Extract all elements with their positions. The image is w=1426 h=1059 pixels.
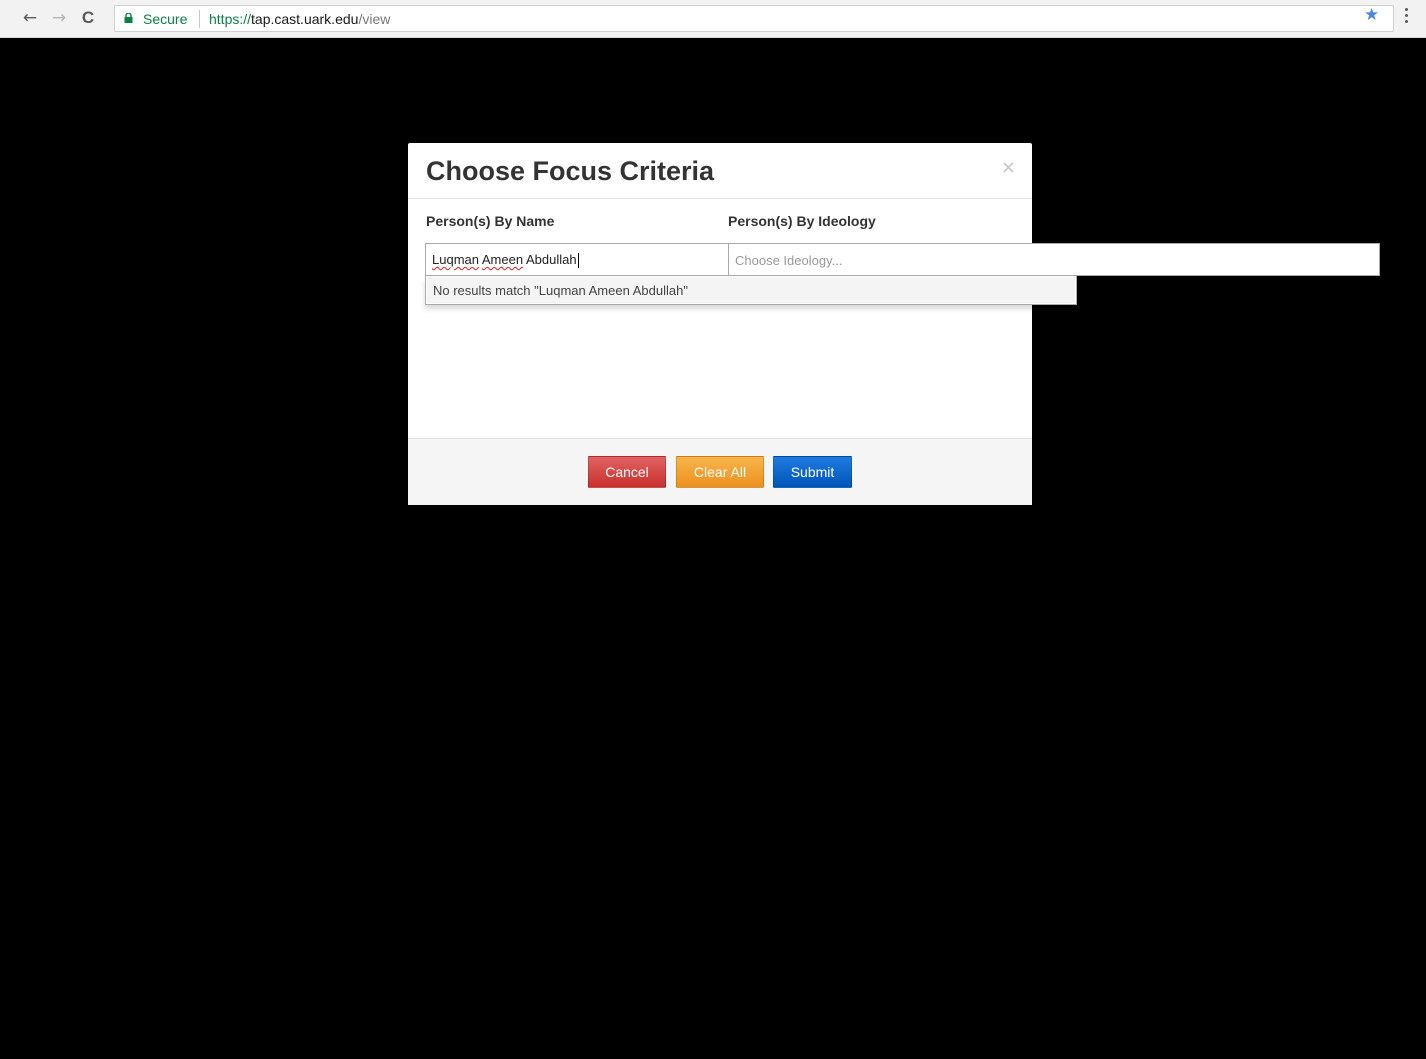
header-divider — [408, 198, 1032, 199]
close-icon[interactable]: × — [1001, 157, 1016, 178]
cancel-button[interactable]: Cancel — [588, 456, 666, 488]
text-caret — [577, 253, 579, 269]
browser-menu-icon[interactable] — [1398, 8, 1414, 28]
modal-footer: Cancel Clear All Submit — [408, 438, 1032, 505]
address-bar[interactable]: Secure https://tap.cast.uark.edu/view — [114, 5, 1394, 32]
back-icon[interactable]: ← — [18, 6, 42, 30]
ideology-select[interactable] — [728, 243, 1380, 276]
clear-all-button[interactable]: Clear All — [676, 456, 764, 488]
name-results-dropdown: No results match "Luqman Ameen Abdullah" — [425, 276, 1077, 305]
person-name-value: Luqman Ameen Abdullah — [432, 252, 579, 269]
bookmark-star-icon[interactable]: ★ — [1364, 7, 1379, 24]
browser-toolbar: ← → C Secure https://tap.cast.uark.edu/v… — [0, 0, 1426, 38]
person-name-search-input[interactable]: Luqman Ameen Abdullah — [425, 243, 729, 276]
url-host: tap.cast.uark.edu — [251, 11, 359, 27]
ideology-search-input[interactable] — [735, 250, 1365, 270]
secure-label: Secure — [143, 11, 188, 27]
lock-icon — [124, 13, 133, 23]
focus-criteria-modal: Choose Focus Criteria × Person(s) By Nam… — [408, 143, 1032, 505]
address-separator — [199, 10, 200, 28]
url-text[interactable]: https://tap.cast.uark.edu/view — [209, 11, 390, 27]
no-results-message: No results match "Luqman Ameen Abdullah" — [427, 277, 1075, 303]
url-path: /view — [358, 11, 391, 27]
url-scheme: https:// — [209, 11, 252, 27]
modal-title: Choose Focus Criteria — [426, 156, 715, 186]
reload-icon[interactable]: C — [76, 6, 100, 30]
person-by-name-label: Person(s) By Name — [426, 213, 555, 229]
forward-icon[interactable]: → — [47, 6, 71, 30]
person-by-ideology-label: Person(s) By Ideology — [728, 213, 876, 229]
submit-button[interactable]: Submit — [773, 456, 852, 488]
